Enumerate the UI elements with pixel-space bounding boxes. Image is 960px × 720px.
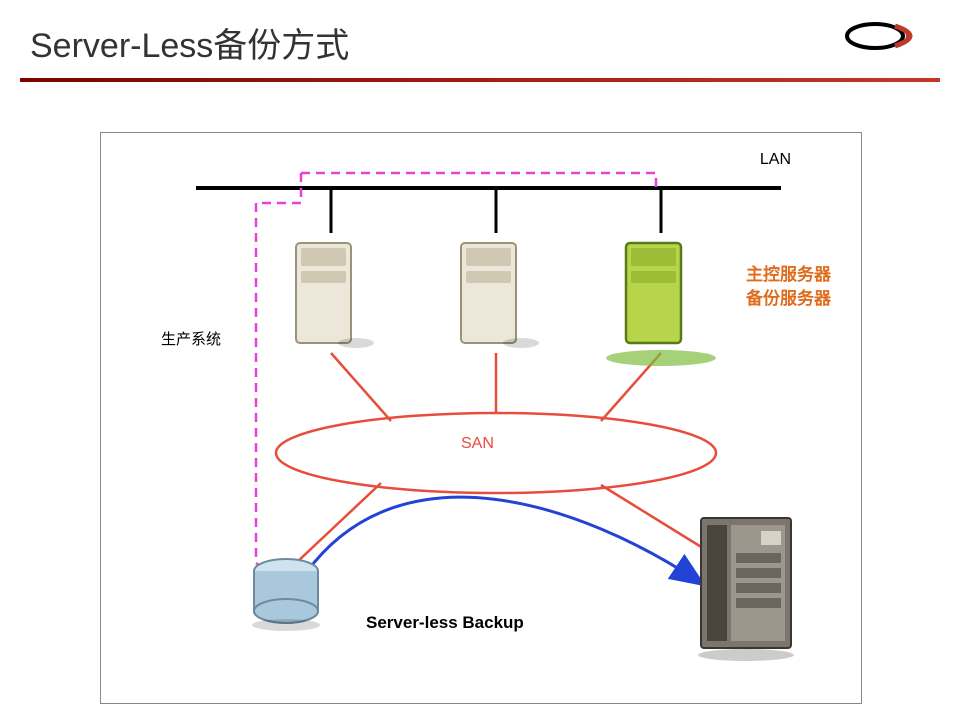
tape-library-icon — [691, 513, 801, 663]
control-server-label: 主控服务器 备份服务器 — [746, 263, 831, 311]
header-rule — [20, 78, 940, 82]
control-label-line1: 主控服务器 — [746, 265, 831, 284]
diagram-container: LAN 生产系统 主控服务器 备份服务器 SAN Server-less Bac… — [100, 132, 862, 704]
lan-label: LAN — [760, 151, 791, 169]
control-label-line2: 备份服务器 — [746, 289, 831, 308]
logo — [840, 18, 930, 54]
serverless-backup-label: Server-less Backup — [366, 613, 524, 633]
production-server-1 — [286, 233, 376, 353]
page-title: Server-Less备份方式 — [30, 18, 349, 67]
san-label: SAN — [461, 435, 494, 453]
backup-control-server — [616, 233, 706, 353]
storage-disk-icon — [246, 553, 326, 633]
production-server-2 — [451, 233, 541, 353]
production-label: 生产系统 — [161, 328, 221, 349]
